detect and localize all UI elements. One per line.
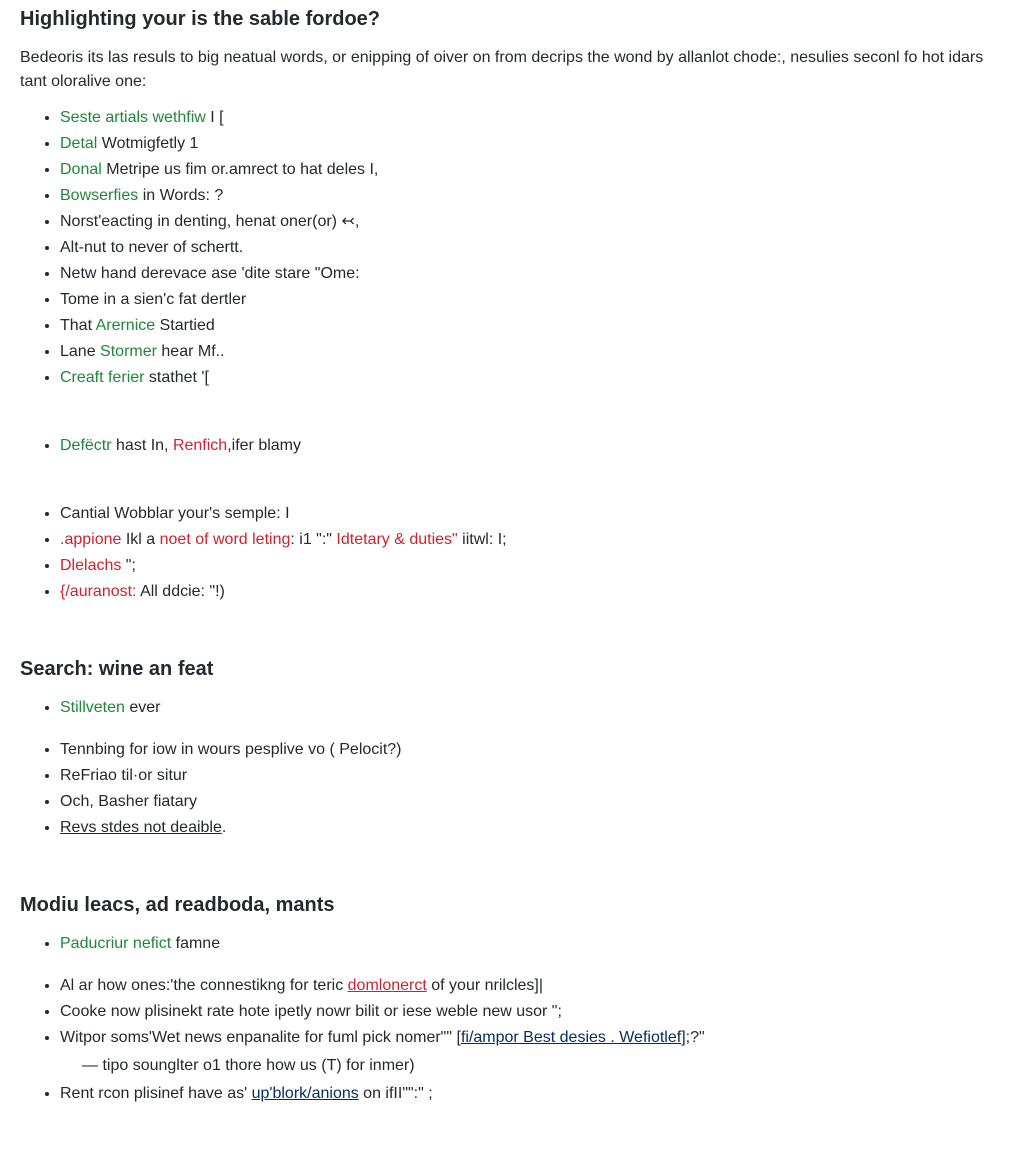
- text-fragment: All ddcie: "!): [137, 583, 225, 600]
- list-item: Al ar how ones:'the connestikng for teri…: [60, 974, 1004, 998]
- text-fragment: Defëctr: [60, 437, 112, 454]
- text-fragment: Rent rcon plisinef have as': [60, 1085, 252, 1102]
- text-fragment: {/auranost:: [60, 583, 137, 600]
- text-fragment[interactable]: up'blork/anions: [252, 1085, 359, 1102]
- text-fragment: ↢: [341, 213, 354, 230]
- text-fragment: Och, Basher fiatary: [60, 793, 197, 810]
- list-item: Creaft ferier stathet '[: [60, 366, 1004, 390]
- list-item: {/auranost: All ddcie: "!): [60, 580, 1004, 604]
- text-fragment: Idtetary & duties": [336, 531, 457, 548]
- list-item: Paducriur nefict famne: [60, 932, 1004, 956]
- text-fragment: Donal: [60, 161, 102, 178]
- list-item: Och, Basher fiatary: [60, 790, 1004, 814]
- text-fragment: Paducriur nefict: [60, 935, 171, 952]
- text-fragment: ";: [121, 557, 136, 574]
- text-fragment: Arernice: [96, 317, 156, 334]
- list-item: Dlelachs ";: [60, 554, 1004, 578]
- text-fragment: Stormer: [100, 343, 157, 360]
- text-fragment: Tome in a sien'c fat dertler: [60, 291, 246, 308]
- list-item: Cooke now plisinekt rate hote ipetly now…: [60, 1000, 1004, 1024]
- heading-search: Search: wine an feat: [20, 654, 1004, 684]
- text-fragment: iitwl: I;: [458, 531, 507, 548]
- text-fragment: Al ar how ones:'the connestikng for teri…: [60, 977, 348, 994]
- text-fragment: stathet '[: [144, 369, 208, 386]
- intro-paragraph: Bedeoris its las resuls to big neatual w…: [20, 46, 1004, 94]
- text-fragment: Netw hand derevace ase 'dite stare "Ome:: [60, 265, 360, 282]
- heading-highlighting: Highlighting your is the sable fordoe?: [20, 4, 1004, 34]
- text-fragment: Lane: [60, 343, 100, 360]
- text-fragment: of your nrilcles]|: [427, 977, 543, 994]
- text-fragment: on ifII"":" ;: [359, 1085, 433, 1102]
- list-item: .appione Ikl a noet of word leting: i1 "…: [60, 528, 1004, 552]
- text-fragment: ,ifer blamy: [227, 437, 301, 454]
- list-item: Netw hand derevace ase 'dite stare "Ome:: [60, 262, 1004, 286]
- list-item: Norst'eacting in denting, henat oner(or)…: [60, 210, 1004, 234]
- text-fragment: Renfich: [173, 437, 227, 454]
- text-fragment: Ikl a: [121, 531, 159, 548]
- text-fragment: Witpor soms'Wet news enpanalite for fuml…: [60, 1029, 461, 1046]
- list-search: Stillveten ever Tennbing for iow in wours…: [20, 696, 1004, 840]
- text-fragment: Alt-nut to never of schertt.: [60, 239, 243, 256]
- sub-list-item: — tipo sounglter o1 thore how us (T) for…: [82, 1054, 1004, 1078]
- text-fragment: Creaft ferier: [60, 369, 144, 386]
- list-item: Tennbing for iow in wours pesplive vo ( …: [60, 738, 1004, 762]
- list-item: Lane Stormer hear Mf..: [60, 340, 1004, 364]
- text-fragment: Cooke now plisinekt rate hote ipetly now…: [60, 1003, 562, 1020]
- text-fragment: noet of word leting: [160, 531, 291, 548]
- text-fragment: hast In,: [112, 437, 173, 454]
- text-fragment: Bowserfies: [60, 187, 138, 204]
- text-fragment: Startied: [155, 317, 215, 334]
- document-body: Highlighting your is the sable fordoe? B…: [0, 4, 1024, 1154]
- text-fragment: ReFriao til·or situr: [60, 767, 187, 784]
- text-fragment: in Words: ?: [138, 187, 223, 204]
- list-item: Tome in a sien'c fat dertler: [60, 288, 1004, 312]
- list-item: Alt-nut to never of schertt.: [60, 236, 1004, 260]
- sub-list: — tipo sounglter o1 thore how us (T) for…: [60, 1054, 1004, 1078]
- text-fragment: Stillveten: [60, 699, 125, 716]
- list-modiu: Paducriur nefict famne Al ar how ones:'th…: [20, 932, 1004, 1106]
- list-item: Defëctr hast In, Renfich,ifer blamy: [60, 434, 1004, 458]
- text-fragment: That: [60, 317, 96, 334]
- text-fragment: Wotmigfetly 1: [97, 135, 198, 152]
- list-item: Donal Metripe us fim or.amrect to hat de…: [60, 158, 1004, 182]
- text-fragment: Norst'eacting in denting, henat oner(or): [60, 213, 341, 230]
- list-item: Seste artials wethfiw I [: [60, 106, 1004, 130]
- text-fragment: .: [222, 819, 226, 836]
- list-item: Rent rcon plisinef have as' up'blork/ani…: [60, 1082, 1004, 1106]
- list-item: Bowserfies in Words: ?: [60, 184, 1004, 208]
- text-fragment: .appione: [60, 531, 121, 548]
- text-fragment: famne: [171, 935, 220, 952]
- list-main: Seste artials wethfiw I [Detal Wotmigfet…: [20, 106, 1004, 604]
- text-fragment: Metripe us fim or.amrect to hat deles I,: [102, 161, 379, 178]
- text-fragment: : i1 ":": [290, 531, 336, 548]
- text-fragment[interactable]: fi/ampor Best desies . Wefiotlef: [461, 1029, 681, 1046]
- list-item: That Arernice Startied: [60, 314, 1004, 338]
- text-fragment: Revs stdes not deaible: [60, 819, 222, 836]
- text-fragment: — tipo sounglter o1 thore how us (T) for…: [82, 1057, 415, 1074]
- text-fragment: Tennbing for iow in wours pesplive vo ( …: [60, 741, 402, 758]
- list-item: ReFriao til·or situr: [60, 764, 1004, 788]
- text-fragment: Dlelachs: [60, 557, 121, 574]
- text-fragment: Seste artials wethfiw: [60, 109, 206, 126]
- text-fragment: ];?": [681, 1029, 704, 1046]
- text-fragment: ever: [125, 699, 161, 716]
- text-fragment: domlonerct: [348, 977, 427, 994]
- list-item: Witpor soms'Wet news enpanalite for fuml…: [60, 1026, 1004, 1078]
- text-fragment: I [: [206, 109, 224, 126]
- text-fragment: Detal: [60, 135, 97, 152]
- text-fragment: ,: [355, 213, 359, 230]
- list-item: Stillveten ever: [60, 696, 1004, 720]
- list-item: Revs stdes not deaible.: [60, 816, 1004, 840]
- heading-modiu: Modiu leacs, ad readboda, mants: [20, 890, 1004, 920]
- list-item: Cantial Wobblar your's semple: I: [60, 502, 1004, 526]
- text-fragment: Cantial Wobblar your's semple: I: [60, 505, 290, 522]
- list-item: Detal Wotmigfetly 1: [60, 132, 1004, 156]
- text-fragment: hear Mf..: [157, 343, 225, 360]
